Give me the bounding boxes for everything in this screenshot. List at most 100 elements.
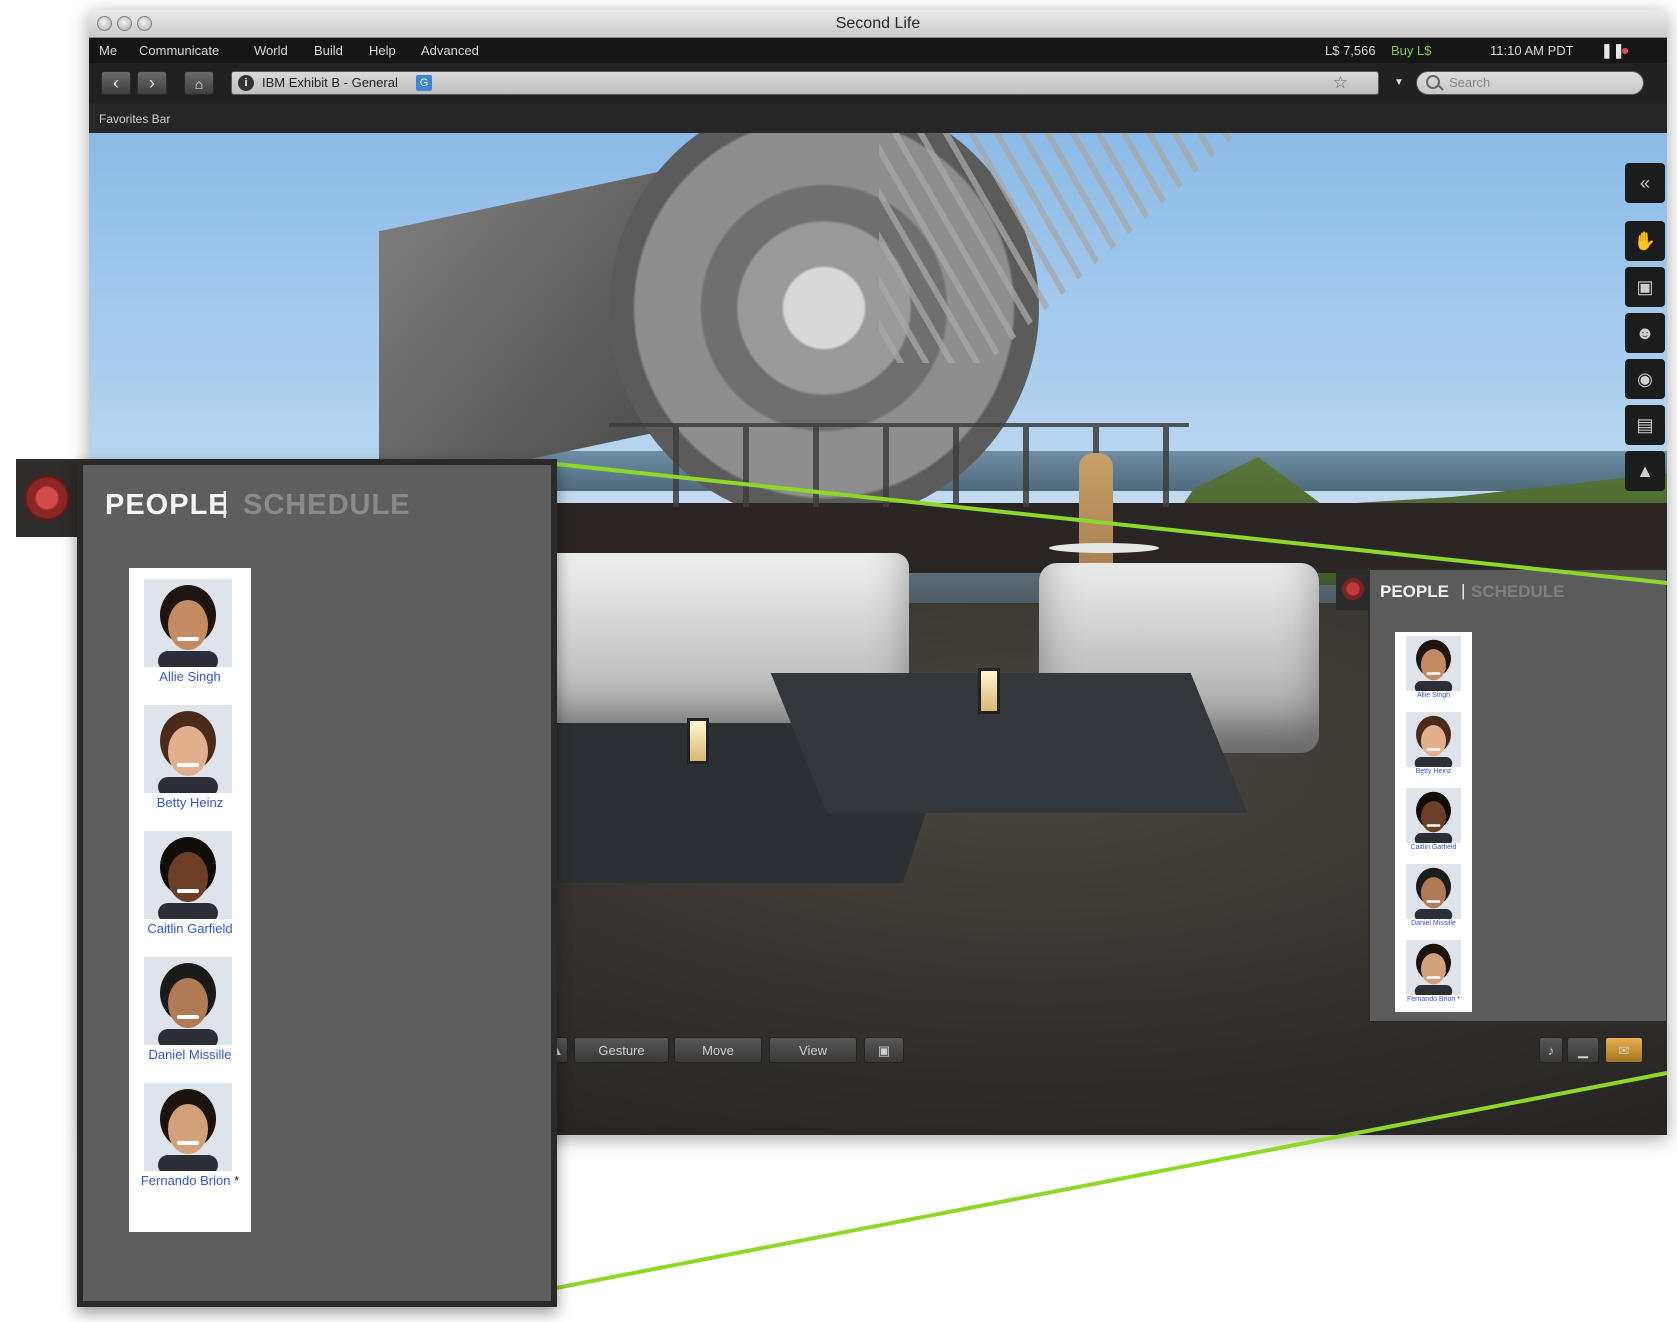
forward-icon: › [149,73,155,93]
people-list: Allie Singh Betty Heinz Caitlin Garfield Da… [1395,632,1472,1012]
avatar[interactable] [144,705,232,793]
person-name-link[interactable]: Caitlin Garfield [129,921,251,936]
heading-separator: | [1461,581,1466,600]
star-icon[interactable]: ☆ [1333,73,1348,93]
menu-world[interactable]: World [254,43,288,58]
avatar[interactable] [1406,636,1461,691]
buy-linden-link[interactable]: Buy L$ [1391,43,1431,58]
lamp [687,718,709,764]
person-name-link[interactable]: Fernando Brion * [129,1173,251,1188]
person-name[interactable]: Fernando Brion [141,1173,231,1188]
person-card[interactable]: Betty Heinz [129,694,251,824]
logo-icon [1342,578,1364,600]
tab-people[interactable]: PEOPLE [105,489,229,522]
coffee-table-right [770,673,1248,813]
person-name-link[interactable]: Daniel Missille [1395,920,1472,927]
move-button[interactable]: Move [674,1037,762,1063]
people-panel-zoomed: PEOPLE | SCHEDULE Allie Singh Betty Heinz… [77,459,557,1307]
location-field[interactable]: i IBM Exhibit B - General G ☆ [231,71,1379,95]
person-card[interactable]: Fernando Brion * [129,1072,251,1202]
places-icon[interactable]: ◉ [1625,359,1665,399]
hud-logo-small[interactable] [1336,570,1370,610]
person-card[interactable]: Fernando Brion * [1395,936,1472,1010]
avatar[interactable] [1406,864,1461,919]
person-name[interactable]: Daniel Missille [148,1047,231,1062]
clock: 11:10 AM PDT [1490,43,1574,58]
person-name[interactable]: Allie Singh [1417,692,1450,699]
gesture-button[interactable]: Gesture [574,1037,669,1063]
menu-advanced[interactable]: Advanced [421,43,479,58]
profile-icon[interactable]: ▣ [1625,267,1665,307]
person-name-link[interactable]: Allie Singh [129,669,251,684]
person-name-link[interactable]: Betty Heinz [129,795,251,810]
person-card[interactable]: Caitlin Garfield [1395,784,1472,858]
portrait-photo [1406,636,1461,691]
back-button[interactable]: ‹ [101,71,131,95]
tab-schedule[interactable]: SCHEDULE [243,489,411,522]
tab-people[interactable]: PEOPLE [1380,582,1449,602]
person-card[interactable]: Caitlin Garfield [129,820,251,950]
notifications-icon[interactable]: ✉ [1605,1037,1643,1063]
person-card[interactable]: Daniel Missille [129,946,251,1076]
tab-schedule[interactable]: SCHEDULE [1471,582,1565,602]
linden-balance: L$ 7,566 [1325,43,1376,58]
avatar[interactable] [1406,788,1461,843]
search-icon [1426,75,1440,89]
portrait-photo [1406,864,1461,919]
person-name[interactable]: Betty Heinz [1416,768,1452,775]
search-placeholder: Search [1449,75,1491,90]
person-name[interactable]: Caitlin Garfield [1411,844,1457,851]
back-icon: ‹ [113,73,119,93]
menu-build[interactable]: Build [314,43,343,58]
person-name[interactable]: Fernando Brion [1407,996,1455,1003]
portrait-photo [144,579,232,667]
person-name-link[interactable]: Betty Heinz [1395,768,1472,775]
avatar[interactable] [1406,940,1461,995]
person-card[interactable]: Allie Singh [1395,632,1472,706]
person-name-link[interactable]: Daniel Missille [129,1047,251,1062]
location-dropdown-icon[interactable]: ▼ [1389,71,1409,95]
media-icon[interactable]: ● [1621,42,1629,58]
avatar[interactable] [1406,712,1461,767]
person-name[interactable]: Betty Heinz [157,795,223,810]
view-button[interactable]: View [769,1037,857,1063]
inventory-icon[interactable]: ▤ [1625,405,1665,445]
collapse-icon[interactable]: « [1625,163,1665,203]
avatar[interactable] [144,1083,232,1171]
person-name-link[interactable]: Fernando Brion * [1395,996,1472,1003]
hud-logo[interactable] [16,459,78,537]
voice-icon[interactable]: ♪ [1539,1037,1563,1063]
menu-help[interactable]: Help [369,43,396,58]
person-card[interactable]: Daniel Missille [1395,860,1472,934]
chat-icon[interactable]: ▁ [1567,1037,1599,1063]
heading-separator: | [221,487,229,519]
portrait-photo [1406,940,1461,995]
person-name[interactable]: Allie Singh [159,669,220,684]
avatar[interactable] [144,957,232,1045]
location-text: IBM Exhibit B - General [262,75,398,90]
appearance-icon[interactable]: ▲ [1625,451,1665,491]
person-name[interactable]: Daniel Missille [1411,920,1456,927]
person-name-link[interactable]: Caitlin Garfield [1395,844,1472,851]
title-bar: Second Life [89,10,1667,38]
gesture-hand-icon[interactable]: ✋ [1625,221,1665,261]
person-card[interactable]: Betty Heinz [1395,708,1472,782]
menu-me[interactable]: Me [99,43,117,58]
menu-communicate[interactable]: Communicate [139,43,219,58]
avatar[interactable] [144,831,232,919]
portrait-photo [144,957,232,1045]
info-icon[interactable]: i [238,75,254,91]
favorites-bar: Favorites Bar [89,103,1667,133]
favorites-bar-label: Favorites Bar [99,112,171,126]
logo-icon [24,475,70,521]
forward-button[interactable]: › [137,71,167,95]
people-icon[interactable]: ☻ [1625,313,1665,353]
person-name[interactable]: Caitlin Garfield [147,921,232,936]
person-name-link[interactable]: Allie Singh [1395,692,1472,699]
person-card[interactable]: Allie Singh [129,568,251,698]
home-button[interactable]: ⌂ [184,71,214,95]
camera-icon[interactable]: ▣ [864,1037,904,1063]
avatar[interactable] [144,579,232,667]
search-input[interactable]: Search [1416,71,1644,95]
online-marker: * [234,1173,240,1188]
